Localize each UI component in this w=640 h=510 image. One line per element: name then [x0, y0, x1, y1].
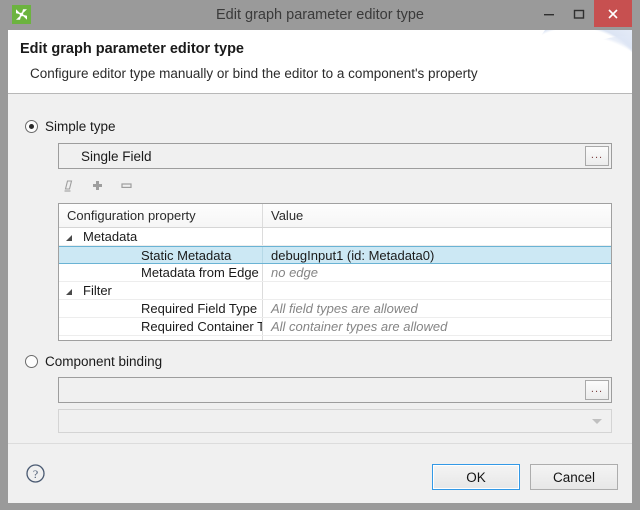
editor-type-field[interactable]: Single Field ...: [58, 143, 612, 169]
configuration-table[interactable]: Configuration property Value Metadata Sta…: [58, 203, 612, 341]
table-body: Metadata Static Metadata debugInput1 (id: …: [59, 228, 611, 341]
banner-title: Edit graph parameter editor type: [20, 41, 244, 57]
table-cell-property: Required Field Type: [59, 300, 263, 317]
table-cell-value: debugInput1 (id: Metadata0): [263, 247, 611, 263]
triangle-expanded-icon: [66, 235, 72, 241]
close-icon: [594, 0, 632, 27]
table-row[interactable]: Required Container TypeAll container typ…: [59, 318, 611, 336]
edit-icon[interactable]: [60, 177, 77, 194]
table-cell-value: [263, 228, 611, 245]
table-cell-value: no edge: [263, 264, 611, 281]
minimize-icon: [534, 0, 564, 27]
table-cell-property-label: Required Field Type: [79, 301, 257, 316]
table-cell-property-label: Filter: [79, 283, 112, 298]
add-icon[interactable]: [89, 177, 106, 194]
svg-text:?: ?: [33, 467, 38, 481]
radio-component-binding-indicator: [25, 355, 38, 368]
table-cell-property-label: Metadata from Edge: [79, 265, 259, 280]
radio-simple-type[interactable]: Simple type: [25, 119, 116, 134]
table-cell-property: Required Container Type: [59, 318, 263, 335]
table-cell-value: All field types are allowed: [263, 300, 611, 317]
table-cell-property: Metadata: [59, 228, 263, 245]
table-row[interactable]: Metadata: [59, 228, 611, 246]
ok-button[interactable]: OK: [432, 464, 520, 490]
table-row[interactable]: Metadata from Edge no edge: [59, 264, 611, 282]
minimize-button[interactable]: [534, 0, 564, 27]
maximize-button[interactable]: [564, 0, 594, 27]
maximize-icon: [564, 0, 594, 27]
help-question-icon[interactable]: ?: [25, 463, 46, 484]
table-cell-property-label: Required Container Type: [79, 319, 263, 334]
expand-collapse-triangle-icon[interactable]: [59, 288, 79, 294]
radio-component-binding-label: Component binding: [45, 354, 162, 369]
table-row[interactable]: [59, 336, 611, 341]
table-cell-property-label: Static Metadata: [79, 248, 231, 263]
column-header-property: Configuration property: [59, 204, 263, 227]
expand-collapse-triangle-icon[interactable]: [59, 234, 79, 240]
table-cell-property: Filter: [59, 282, 263, 299]
banner-subtitle: Configure editor type manually or bind t…: [30, 66, 478, 81]
table-cell-value: [263, 336, 611, 341]
component-binding-field[interactable]: ...: [58, 377, 612, 403]
remove-icon[interactable]: [118, 177, 135, 194]
table-cell-value: All container types are allowed: [263, 318, 611, 335]
table-cell-property: Metadata from Edge: [59, 264, 263, 281]
table-cell-property-label: Metadata: [79, 229, 137, 244]
table-cell-property: [59, 336, 263, 341]
table-cell-value: [263, 282, 611, 299]
table-header-row: Configuration property Value: [59, 204, 611, 228]
radio-component-binding[interactable]: Component binding: [25, 354, 162, 369]
banner-header: Edit graph parameter editor type Configu…: [8, 30, 632, 94]
table-row[interactable]: Filter: [59, 282, 611, 300]
dialog-window: Edit graph parameter editor type Edit gr…: [0, 0, 640, 510]
close-button[interactable]: [594, 0, 632, 27]
component-binding-value: [59, 378, 583, 402]
component-binding-browse-button[interactable]: ...: [585, 380, 609, 400]
table-row[interactable]: Static Metadata debugInput1 (id: Metadata…: [59, 246, 611, 264]
component-property-combo[interactable]: [58, 409, 612, 433]
title-bar: Edit graph parameter editor type: [0, 0, 640, 30]
radio-simple-type-indicator: [25, 120, 38, 133]
chevron-down-icon: [592, 419, 602, 424]
table-cell-property: Static Metadata: [59, 247, 263, 263]
editor-type-browse-button[interactable]: ...: [585, 146, 609, 166]
table-row[interactable]: Required Field Type All field types are a…: [59, 300, 611, 318]
triangle-expanded-icon: [66, 289, 72, 295]
cancel-button[interactable]: Cancel: [530, 464, 618, 490]
radio-simple-type-label: Simple type: [45, 119, 116, 134]
column-header-value: Value: [263, 204, 611, 227]
editor-type-value: Single Field: [59, 144, 583, 168]
table-toolbar: [60, 177, 135, 194]
